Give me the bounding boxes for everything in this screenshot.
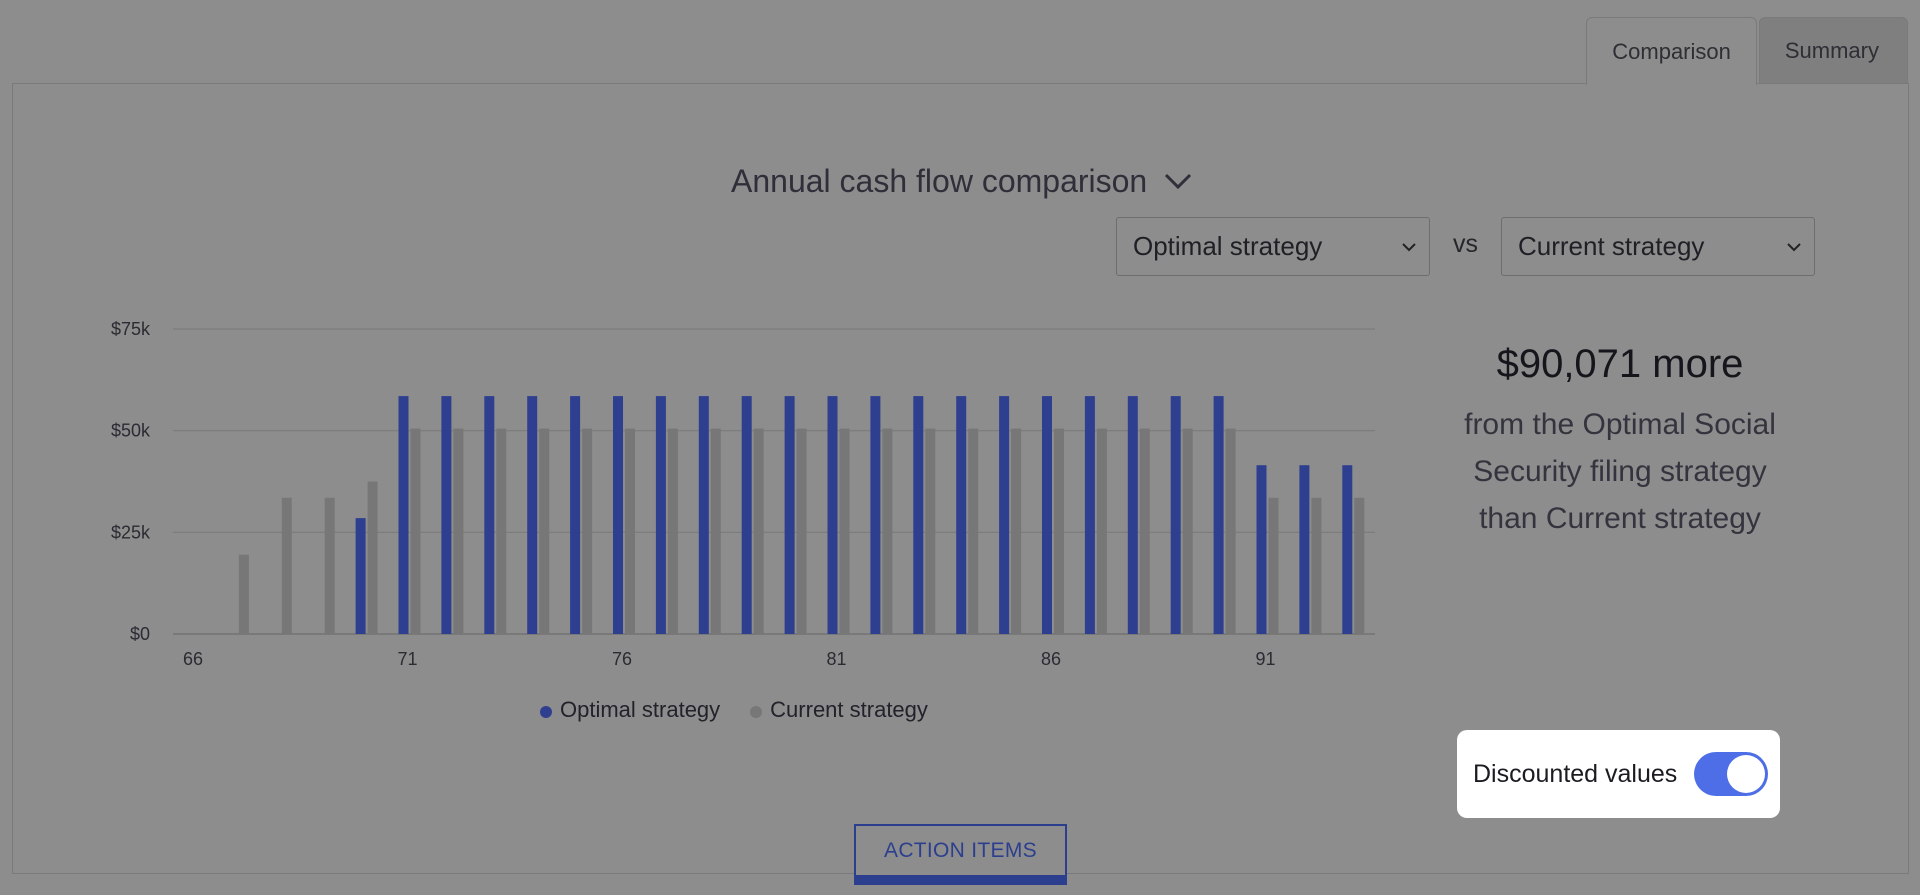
savings-summary: $90,071 more from the Optimal Social Sec… [1410,342,1830,542]
bar-current[interactable] [410,428,421,634]
discounted-values-toggle[interactable] [1694,752,1768,796]
chart-legend: Optimal strategy Current strategy [540,697,928,723]
bar-current[interactable] [753,428,764,634]
bar-optimal[interactable] [570,396,581,634]
x-tick-label: 71 [397,649,417,669]
bar-current[interactable] [324,497,335,634]
discounted-values-label: Discounted values [1473,759,1678,788]
bar-current[interactable] [453,428,464,634]
bar-current[interactable] [882,428,893,634]
bar-optimal[interactable] [999,396,1010,634]
bar-optimal[interactable] [655,396,666,634]
bar-current[interactable] [496,428,507,634]
bar-optimal[interactable] [441,396,452,634]
bar-optimal[interactable] [1042,396,1052,634]
bar-current[interactable] [667,428,678,634]
bar-optimal[interactable] [1256,465,1267,634]
bar-optimal[interactable] [956,396,967,634]
bar-current[interactable] [839,428,850,634]
bar-current[interactable] [968,428,979,634]
legend-label-optimal: Optimal strategy [560,697,721,722]
bar-optimal[interactable] [741,396,752,634]
savings-line-3: than Current strategy [1479,502,1761,535]
bar-current[interactable] [1182,428,1193,634]
bar-optimal[interactable] [484,396,495,634]
bar-optimal[interactable] [1299,465,1310,634]
bar-current[interactable] [1096,428,1107,634]
bar-current[interactable] [539,428,550,634]
bar-optimal[interactable] [355,518,366,634]
bar-optimal[interactable] [613,396,623,634]
y-tick-label: $50k [111,421,151,441]
bar-current[interactable] [1311,497,1322,634]
bar-current[interactable] [281,497,292,634]
toggle-knob [1727,755,1765,793]
x-tick-label: 86 [1041,649,1061,669]
action-items-button[interactable]: ACTION ITEMS [854,824,1067,885]
legend-item-current: Current strategy [750,697,928,723]
discounted-values-card: Discounted values [1457,730,1780,818]
bar-current[interactable] [1354,497,1365,634]
x-tick-label: 76 [612,649,632,669]
bar-current[interactable] [925,428,936,634]
bar-optimal[interactable] [1342,465,1353,634]
x-tick-label: 66 [183,649,203,669]
bar-current[interactable] [625,428,635,634]
bar-optimal[interactable] [913,396,924,634]
y-tick-label: $75k [111,319,151,339]
bar-current[interactable] [710,428,721,634]
bar-optimal[interactable] [870,396,881,634]
bar-optimal[interactable] [827,396,838,634]
bar-optimal[interactable] [1127,396,1138,634]
bar-optimal[interactable] [398,396,409,634]
legend-label-current: Current strategy [770,697,928,722]
savings-line-1: from the Optimal Social [1464,408,1776,441]
bar-current[interactable] [582,428,593,634]
bar-optimal[interactable] [1084,396,1095,634]
legend-item-optimal: Optimal strategy [540,697,720,723]
x-tick-label: 91 [1255,649,1275,669]
tab-comparison[interactable]: Comparison [1586,17,1757,85]
bar-current[interactable] [367,481,378,635]
bar-current[interactable] [1225,428,1236,634]
savings-amount: $90,071 more [1496,342,1744,386]
bar-optimal[interactable] [698,396,709,634]
x-tick-label: 81 [826,649,846,669]
bar-current[interactable] [238,554,249,634]
savings-description: from the Optimal Social Security filing … [1410,401,1830,542]
savings-line-2: Security filing strategy [1473,455,1767,488]
bar-optimal[interactable] [1213,396,1224,634]
bar-optimal[interactable] [527,396,538,634]
y-tick-label: $0 [130,624,150,644]
bar-current[interactable] [1011,428,1022,634]
bar-optimal[interactable] [784,396,795,634]
legend-swatch-optimal [540,706,552,718]
bar-current[interactable] [796,428,807,634]
y-tick-label: $25k [111,522,151,542]
legend-swatch-current [750,706,763,718]
bar-current[interactable] [1139,428,1150,634]
bar-current[interactable] [1054,428,1064,634]
bar-current[interactable] [1268,497,1279,634]
bar-optimal[interactable] [1170,396,1181,634]
